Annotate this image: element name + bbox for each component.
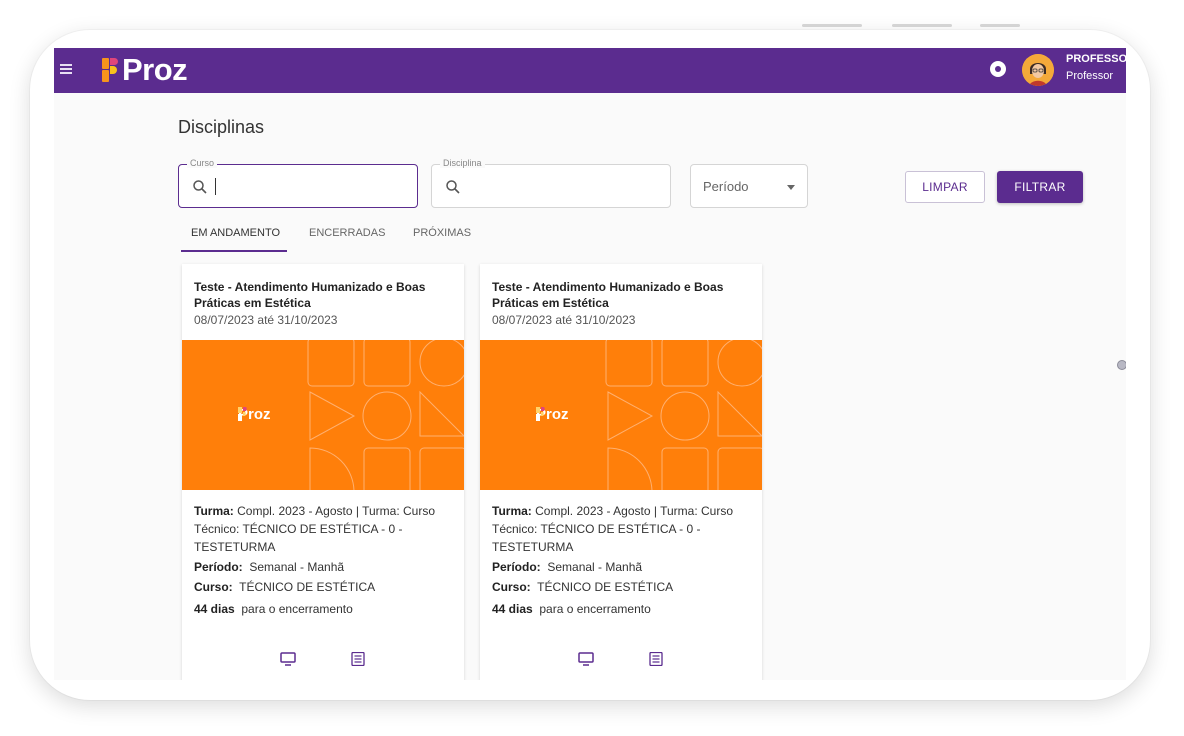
notification-icon[interactable] bbox=[990, 61, 1006, 77]
list-icon[interactable] bbox=[648, 652, 664, 666]
banner-pattern bbox=[605, 340, 762, 490]
disciplina-search-field[interactable]: Disciplina bbox=[431, 158, 671, 208]
card-turma: Turma: Compl. 2023 - Agosto | Turma: Cur… bbox=[492, 502, 754, 556]
active-tab-indicator bbox=[181, 250, 287, 252]
disciplina-field-label: Disciplina bbox=[440, 158, 485, 168]
card-title: Teste - Atendimento Humanizado e Boas Pr… bbox=[492, 280, 724, 310]
turma-label: Turma: bbox=[492, 504, 532, 518]
curso-field-label: Curso bbox=[187, 158, 218, 168]
days-suffix: para o encerramento bbox=[539, 602, 651, 616]
list-icon[interactable] bbox=[350, 652, 366, 666]
proz-mark-icon bbox=[536, 407, 545, 421]
page-title: Disciplinas bbox=[178, 117, 265, 137]
menu-icon[interactable] bbox=[60, 64, 72, 74]
card-curso: Curso: TÉCNICO DE ESTÉTICA bbox=[194, 578, 456, 596]
logo-text: Proz bbox=[122, 51, 188, 87]
days-count: 44 dias bbox=[194, 602, 235, 616]
search-icon bbox=[446, 180, 460, 194]
curso-search-field[interactable]: Curso bbox=[178, 158, 418, 208]
card-periodo: Período: Semanal - Manhã bbox=[194, 558, 456, 576]
discipline-card[interactable]: Teste - Atendimento Humanizado e Boas Pr… bbox=[480, 264, 762, 680]
banner-pattern bbox=[307, 340, 464, 490]
curso-value: TÉCNICO DE ESTÉTICA bbox=[537, 580, 674, 594]
turma-label: Turma: bbox=[194, 504, 234, 518]
card-banner: Proz bbox=[182, 340, 464, 490]
card-banner: Proz bbox=[480, 340, 762, 490]
card-days-remaining: 44 dias para o encerramento bbox=[194, 600, 456, 618]
periodo-label: Período: bbox=[194, 560, 243, 574]
proz-logo[interactable]: Proz bbox=[100, 51, 188, 87]
monitor-icon[interactable] bbox=[578, 652, 594, 666]
clear-button[interactable]: LIMPAR bbox=[905, 171, 985, 203]
card-curso: Curso: TÉCNICO DE ESTÉTICA bbox=[492, 578, 754, 596]
card-title: Teste - Atendimento Humanizado e Boas Pr… bbox=[194, 280, 426, 310]
text-cursor bbox=[215, 178, 216, 195]
days-suffix: para o encerramento bbox=[241, 602, 353, 616]
card-turma: Turma: Compl. 2023 - Agosto | Turma: Cur… bbox=[194, 502, 456, 556]
proz-mark-icon bbox=[238, 407, 247, 421]
curso-label: Curso: bbox=[492, 580, 531, 594]
curso-label: Curso: bbox=[194, 580, 233, 594]
avatar[interactable] bbox=[1022, 54, 1054, 86]
filter-button[interactable]: FILTRAR bbox=[997, 171, 1083, 203]
tab-em-andamento[interactable]: EM ANDAMENTO bbox=[191, 227, 280, 239]
periodo-value: Semanal - Manhã bbox=[249, 560, 345, 574]
scroll-indicator-dot bbox=[1117, 360, 1126, 370]
dropdown-arrow-icon bbox=[787, 185, 795, 190]
periodo-select[interactable]: Período bbox=[690, 164, 808, 208]
days-count: 44 dias bbox=[492, 602, 533, 616]
monitor-icon[interactable] bbox=[280, 652, 296, 666]
banner-proz-logo: Proz bbox=[238, 406, 271, 423]
proz-logo-mark bbox=[100, 54, 120, 84]
card-periodo: Período: Semanal - Manhã bbox=[492, 558, 754, 576]
top-app-bar: Proz PROFESSOR Professor bbox=[54, 48, 1126, 93]
periodo-value: Semanal - Manhã bbox=[547, 560, 643, 574]
curso-value: TÉCNICO DE ESTÉTICA bbox=[239, 580, 376, 594]
app-screen: Proz PROFESSOR Professor Disciplinas Cur… bbox=[54, 48, 1126, 680]
discipline-card[interactable]: Teste - Atendimento Humanizado e Boas Pr… bbox=[182, 264, 464, 680]
periodo-select-placeholder: Período bbox=[703, 179, 749, 194]
banner-proz-logo: Proz bbox=[536, 406, 569, 423]
user-name[interactable]: PROFESSOR bbox=[1066, 53, 1126, 65]
card-dates: 08/07/2023 até 31/10/2023 bbox=[194, 313, 338, 327]
card-days-remaining: 44 dias para o encerramento bbox=[492, 600, 754, 618]
periodo-label: Período: bbox=[492, 560, 541, 574]
tab-encerradas[interactable]: ENCERRADAS bbox=[309, 227, 385, 239]
user-role: Professor bbox=[1066, 70, 1114, 82]
search-icon bbox=[193, 180, 207, 194]
tab-proximas[interactable]: PRÓXIMAS bbox=[413, 227, 471, 239]
card-dates: 08/07/2023 até 31/10/2023 bbox=[492, 313, 636, 327]
avatar-illustration bbox=[1022, 54, 1054, 86]
